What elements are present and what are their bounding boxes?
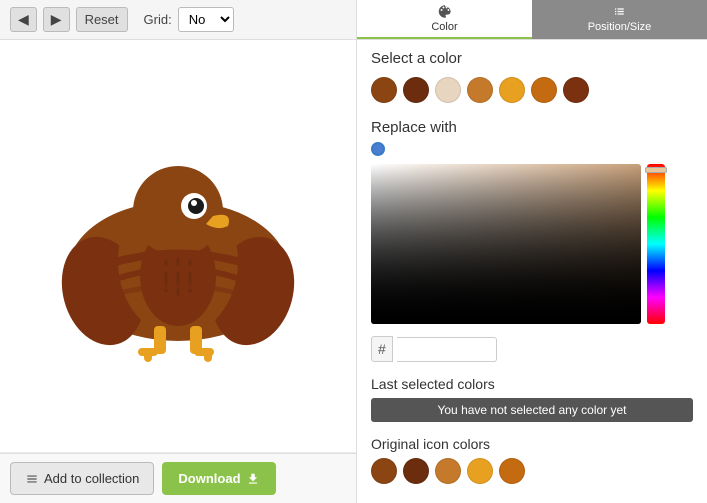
forward-button[interactable]: ▶ <box>43 7 70 32</box>
no-color-message: You have not selected any color yet <box>371 398 693 422</box>
hex-input[interactable] <box>397 337 497 362</box>
swatch-3[interactable] <box>435 77 461 103</box>
tab-position-label: Position/Size <box>588 21 652 33</box>
color-picker <box>371 164 693 324</box>
grid-select[interactable]: No Yes <box>178 7 234 32</box>
replace-title: Replace with <box>371 119 693 136</box>
left-panel: Add to collection Download <box>0 40 357 503</box>
download-btn-label: Download <box>178 471 240 486</box>
add-to-collection-button[interactable]: Add to collection <box>10 462 154 495</box>
orig-swatch-4[interactable] <box>467 458 493 484</box>
back-button[interactable]: ◀ <box>10 7 37 32</box>
tab-color-label: Color <box>431 21 457 33</box>
tab-color[interactable]: Color <box>357 0 532 39</box>
last-selected-title: Last selected colors <box>371 376 693 392</box>
swatch-2[interactable] <box>403 77 429 103</box>
original-colors-title: Original icon colors <box>371 436 693 452</box>
add-btn-label: Add to collection <box>44 471 139 486</box>
orig-swatch-2[interactable] <box>403 458 429 484</box>
bird-illustration <box>38 106 318 386</box>
swatch-6[interactable] <box>531 77 557 103</box>
hue-handle <box>645 167 667 173</box>
grid-label: Grid: <box>144 12 172 27</box>
collection-icon <box>25 472 39 486</box>
orig-swatch-1[interactable] <box>371 458 397 484</box>
action-bar: Add to collection Download <box>0 453 356 503</box>
swatch-5[interactable] <box>499 77 525 103</box>
toolbar: ◀ ▶ Reset Grid: No Yes <box>0 0 357 39</box>
gradient-picker[interactable] <box>371 164 641 324</box>
tab-bar: Color Position/Size <box>357 0 707 39</box>
swatch-7[interactable] <box>563 77 589 103</box>
download-button[interactable]: Download <box>162 462 275 495</box>
download-icon <box>246 472 260 486</box>
swatch-1[interactable] <box>371 77 397 103</box>
replace-color-indicator <box>371 142 385 156</box>
canvas-area <box>0 40 356 453</box>
orig-swatch-3[interactable] <box>435 458 461 484</box>
original-color-swatches <box>371 458 693 484</box>
position-icon <box>611 4 629 19</box>
orig-swatch-5[interactable] <box>499 458 525 484</box>
select-color-title: Select a color <box>371 50 693 67</box>
right-panel: Select a color Replace with # Last selec… <box>357 40 707 503</box>
color-swatches <box>371 77 693 103</box>
hex-row: # <box>371 336 693 362</box>
tab-position[interactable]: Position/Size <box>532 0 707 39</box>
reset-button[interactable]: Reset <box>76 7 128 32</box>
hue-slider[interactable] <box>647 164 665 324</box>
hex-hash: # <box>371 336 393 362</box>
palette-icon <box>436 4 454 19</box>
swatch-4[interactable] <box>467 77 493 103</box>
